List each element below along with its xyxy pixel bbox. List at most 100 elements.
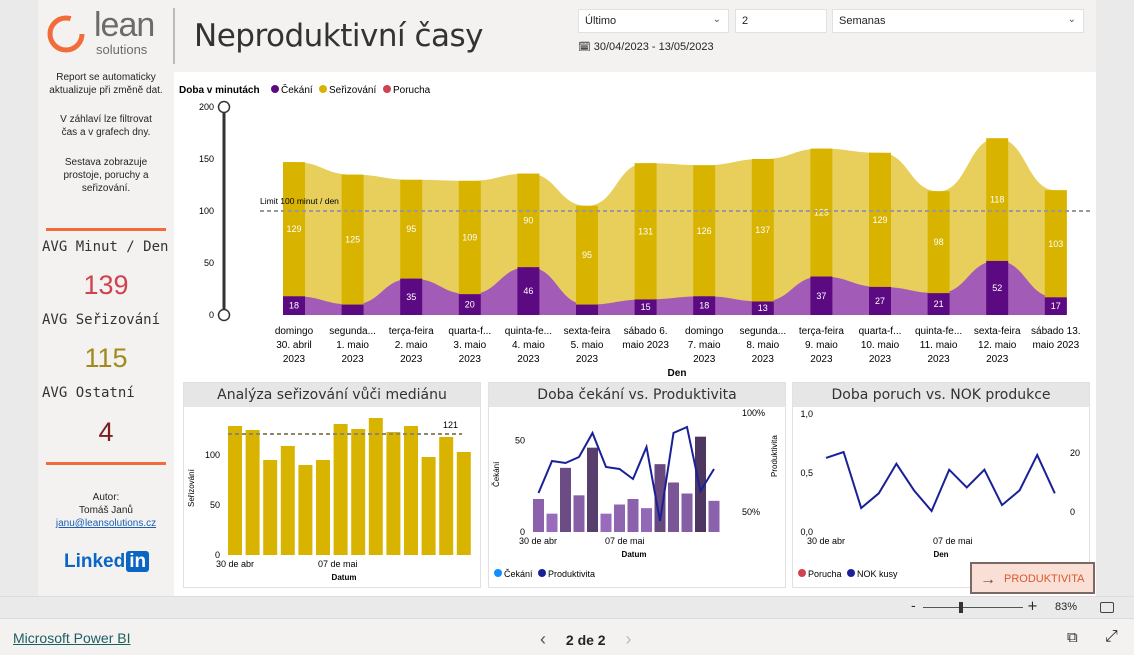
prev-page-button[interactable]: ‹ (540, 629, 546, 649)
data-label-serizovani: 129 (872, 215, 887, 225)
date-range-text: 30/04/2023 - 13/05/2023 (593, 41, 714, 53)
serizovani-median-chart[interactable]: 050100Seřizování12130 de abr 07 de maiDat… (184, 407, 480, 587)
zoom-slider-track[interactable] (923, 607, 1023, 608)
period-dropdown[interactable]: Último ⌄ (578, 9, 729, 33)
x-tick-label: 7. maio (688, 340, 721, 351)
legend-item: Čekání (281, 83, 313, 96)
logo-text: lean (94, 6, 155, 44)
x-tick-label: 2023 (810, 354, 833, 365)
legend-item: Porucha (808, 569, 842, 579)
next-page-button[interactable]: › (625, 629, 631, 649)
data-label-serizovani: 129 (286, 224, 301, 234)
bar-cekani (533, 499, 544, 532)
x-axis-title: Den (668, 368, 687, 379)
x-tick-label: terça-feira (389, 326, 434, 337)
data-label-serizovani: 98 (934, 237, 944, 247)
legend-marker (494, 569, 502, 577)
bar-serizovani (421, 457, 436, 555)
legend-marker (383, 85, 391, 93)
data-label-serizovani: 109 (462, 233, 477, 243)
range-slider-handle (217, 100, 231, 114)
fullscreen-icon[interactable]: ⤢ (1105, 626, 1118, 646)
x-tick-label: 10. maio (861, 340, 900, 351)
x-tick-label: 12. maio (978, 340, 1017, 351)
zoom-out-button[interactable]: - (911, 599, 916, 614)
data-label-cekani: 37 (816, 291, 826, 301)
orange-divider (46, 462, 166, 465)
legend-item: Produktivita (548, 569, 595, 579)
data-label-cekani: 18 (699, 301, 709, 311)
info-filter: V záhlaví lze filtrovat čas a v grafech … (60, 114, 152, 138)
share-icon[interactable]: ⧉ (1067, 628, 1078, 646)
x-tick-label: 2023 (927, 354, 950, 365)
bar-cekani (546, 513, 558, 532)
bar-serizovani (263, 460, 278, 555)
period-count-input[interactable]: 2 (735, 9, 827, 33)
x-tick-label: 07 de mai (933, 536, 973, 546)
bar-cekani (341, 304, 364, 315)
bar-cekani (708, 500, 720, 532)
power-bi-footer: Microsoft Power BI ‹ 2 de 2 › ⧉ ⤢ (0, 618, 1134, 655)
data-label-cekani: 17 (1051, 301, 1061, 311)
panel-title: Doba poruch vs. NOK produkce (793, 383, 1089, 407)
y-axis-title: Seřizování (187, 468, 196, 507)
zoom-slider-handle[interactable] (959, 602, 963, 613)
y2-tick-label: 50% (742, 507, 760, 517)
unit-dropdown[interactable]: Semanas ⌄ (832, 9, 1084, 33)
logo-ring-icon (47, 15, 85, 53)
data-label-serizovani: 125 (345, 235, 360, 245)
power-bi-link[interactable]: Microsoft Power BI (13, 630, 130, 646)
x-tick-label: 2023 (752, 354, 775, 365)
main-stacked-chart[interactable]: Doba v minutách Čekání Seřizování Porucha 0 5… (176, 78, 1094, 380)
x-tick-label: 30. abril (276, 340, 312, 351)
bar-serizovani (404, 426, 418, 555)
x-tick-label: 1. maio (336, 340, 369, 351)
x-tick-label: 2. maio (395, 340, 428, 351)
linkedin-text: Linked (64, 551, 126, 572)
panel-cekani-produktivita: Doba čekání vs. Produktivita 0 50 Čekání 10… (488, 382, 786, 588)
y-tick-label: 50 (210, 500, 220, 510)
bar-serizovani (456, 452, 471, 555)
data-label-cekani: 35 (406, 292, 416, 302)
x-tick-label: quinta-fe... (505, 326, 552, 337)
bar-serizovani (333, 424, 348, 555)
kpi-avg-serizovani-label: AVG Seřizování (42, 312, 161, 328)
legend-item: Čekání (504, 569, 533, 579)
data-label-cekani: 52 (992, 283, 1002, 293)
x-tick-label: maio 2023 (1032, 340, 1079, 351)
bar-cekani (560, 467, 571, 532)
author-block: Autor: Tomáš Janů janu@leansolutions.cz (38, 491, 174, 530)
x-tick-label: sexta-feira (974, 326, 1021, 337)
data-label-serizovani: 126 (697, 226, 712, 236)
bar-serizovani (298, 465, 313, 555)
bar-cekani (576, 304, 598, 315)
x-tick-label: 4. maio (512, 340, 545, 351)
author-email-link[interactable]: janu@leansolutions.cz (56, 518, 156, 529)
data-label-cekani: 15 (641, 302, 651, 312)
data-label-cekani: 18 (289, 301, 299, 311)
bar-serizovani (228, 426, 242, 555)
bar-cekani (587, 447, 598, 532)
y2-tick-label: 100% (742, 408, 765, 418)
cekani-produktivita-chart[interactable]: 050Čekání100%50%Produktivita30 de abr 07 … (489, 407, 785, 587)
x-axis-title: Datum (332, 573, 357, 582)
fit-to-page-icon[interactable] (1100, 602, 1114, 613)
data-label-serizovani: 95 (406, 224, 416, 234)
legend-item: NOK kusy (857, 569, 898, 579)
x-tick-label: 2023 (341, 354, 364, 365)
data-label-serizovani: 118 (990, 195, 1004, 205)
x-tick-label: maio 2023 (622, 340, 669, 351)
data-label-cekani: 21 (934, 299, 944, 309)
y-axis-title: Čekání (492, 461, 501, 487)
x-tick-label: 2023 (283, 354, 306, 365)
logo-subtext: solutions (96, 42, 148, 57)
kpi-avg-ostatni-label: AVG Ostatní (42, 385, 135, 401)
poruchy-nok-chart[interactable]: 0,00,51,002030 de abr 07 de maiDenPorucha… (793, 407, 1089, 587)
linkedin-logo[interactable]: Linked in (64, 551, 150, 573)
produktivita-nav-button[interactable]: → PRODUKTIVITA (970, 562, 1095, 594)
zoom-bar: - + 83% (0, 596, 1134, 618)
x-tick-label: 8. maio (746, 340, 779, 351)
x-tick-label: sábado 6. (624, 326, 668, 337)
bar-cekani (600, 513, 612, 532)
zoom-in-button[interactable]: + (1027, 599, 1038, 614)
